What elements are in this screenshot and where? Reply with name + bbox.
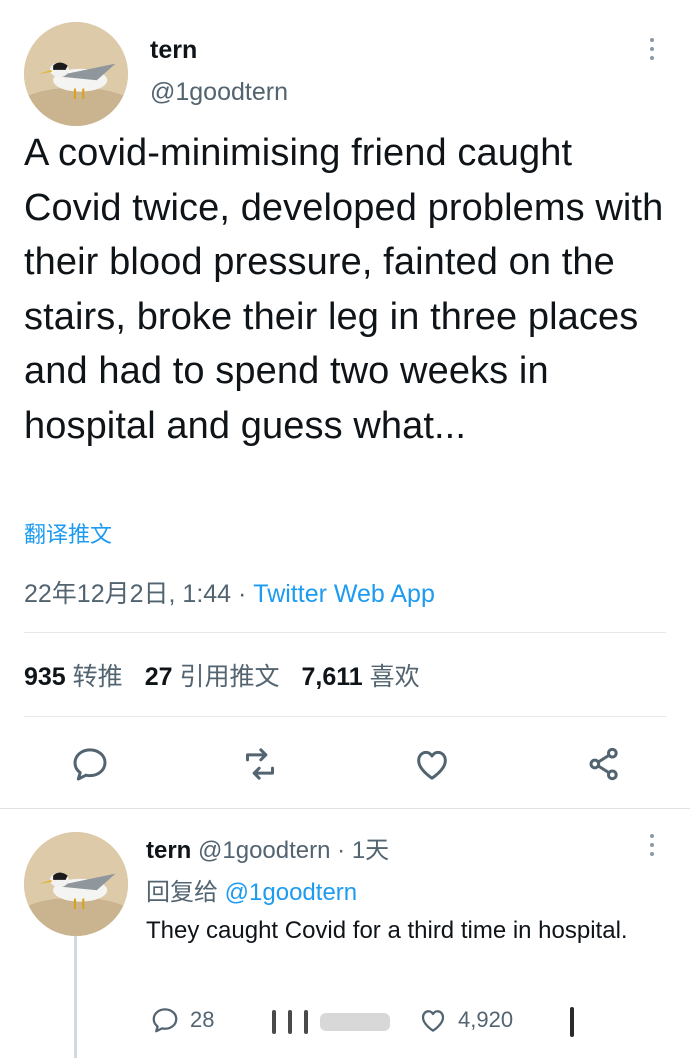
- translate-tweet-link[interactable]: 翻译推文: [24, 517, 112, 549]
- section-divider: [0, 808, 690, 809]
- more-options-icon[interactable]: [647, 834, 657, 856]
- divider: [24, 716, 666, 717]
- like-count: 4,920: [458, 1007, 514, 1032]
- likes-stat[interactable]: 7,611 喜欢: [301, 663, 419, 691]
- quotes-label: 引用推文: [179, 663, 280, 691]
- engagement-stats: 935 转推 27 引用推文 7,611 喜欢: [24, 657, 420, 693]
- heart-icon: [417, 750, 447, 780]
- reply-icon: [73, 748, 107, 781]
- tweet-text: A covid-minimising friend caught Covid t…: [24, 132, 664, 447]
- replying-to: 回复给 @1goodtern: [146, 872, 357, 907]
- retweets-stat[interactable]: 935 转推: [24, 663, 123, 691]
- thread-line: [74, 936, 77, 1058]
- reply-reply-button[interactable]: 28: [150, 1005, 214, 1035]
- reply-header: tern @1goodtern · 1天: [146, 830, 389, 865]
- reply-author-handle[interactable]: @1goodtern: [198, 837, 330, 864]
- tweet-source[interactable]: Twitter Web App: [253, 580, 435, 608]
- retweet-button[interactable]: [238, 742, 282, 786]
- replying-to-mention[interactable]: @1goodtern: [225, 879, 357, 906]
- reply-avatar[interactable]: [24, 832, 128, 936]
- reply-author-name[interactable]: tern: [146, 837, 191, 864]
- author-name[interactable]: tern: [150, 36, 197, 65]
- more-options-icon[interactable]: [647, 38, 657, 60]
- likes-count: 7,611: [301, 663, 363, 691]
- author-handle[interactable]: @1goodtern: [150, 78, 288, 107]
- retweets-label: 转推: [72, 663, 123, 691]
- retweet-icon: [246, 748, 274, 780]
- reply-share-button[interactable]: [570, 1007, 574, 1037]
- reply-count: 28: [190, 1007, 215, 1032]
- likes-label: 喜欢: [369, 663, 420, 691]
- quotes-count: 27: [144, 663, 173, 691]
- tweet-timestamp[interactable]: 22年12月2日, 1:44: [24, 580, 231, 608]
- share-button[interactable]: [582, 742, 626, 786]
- reply-text: They caught Covid for a third time in ho…: [146, 917, 628, 944]
- tern-bird-icon: [24, 22, 128, 126]
- avatar[interactable]: [24, 22, 128, 126]
- retweets-count: 935: [24, 663, 66, 691]
- quotes-stat[interactable]: 27 引用推文: [145, 663, 280, 691]
- replying-to-label: 回复给: [146, 879, 218, 906]
- reply-icon: [152, 1008, 178, 1033]
- watermark-overlay: [272, 1006, 432, 1038]
- share-icon: [570, 1007, 574, 1037]
- meta-separator: ·: [231, 580, 254, 608]
- like-button[interactable]: [410, 742, 454, 786]
- tern-bird-icon: [24, 832, 128, 936]
- share-icon: [589, 747, 618, 781]
- reply-button[interactable]: [68, 742, 112, 786]
- reply-time[interactable]: · 1天: [337, 837, 389, 864]
- divider: [24, 632, 666, 633]
- tweet-meta: 22年12月2日, 1:44 · Twitter Web App: [24, 574, 435, 610]
- reply-like-button[interactable]: 4,920: [418, 1005, 513, 1035]
